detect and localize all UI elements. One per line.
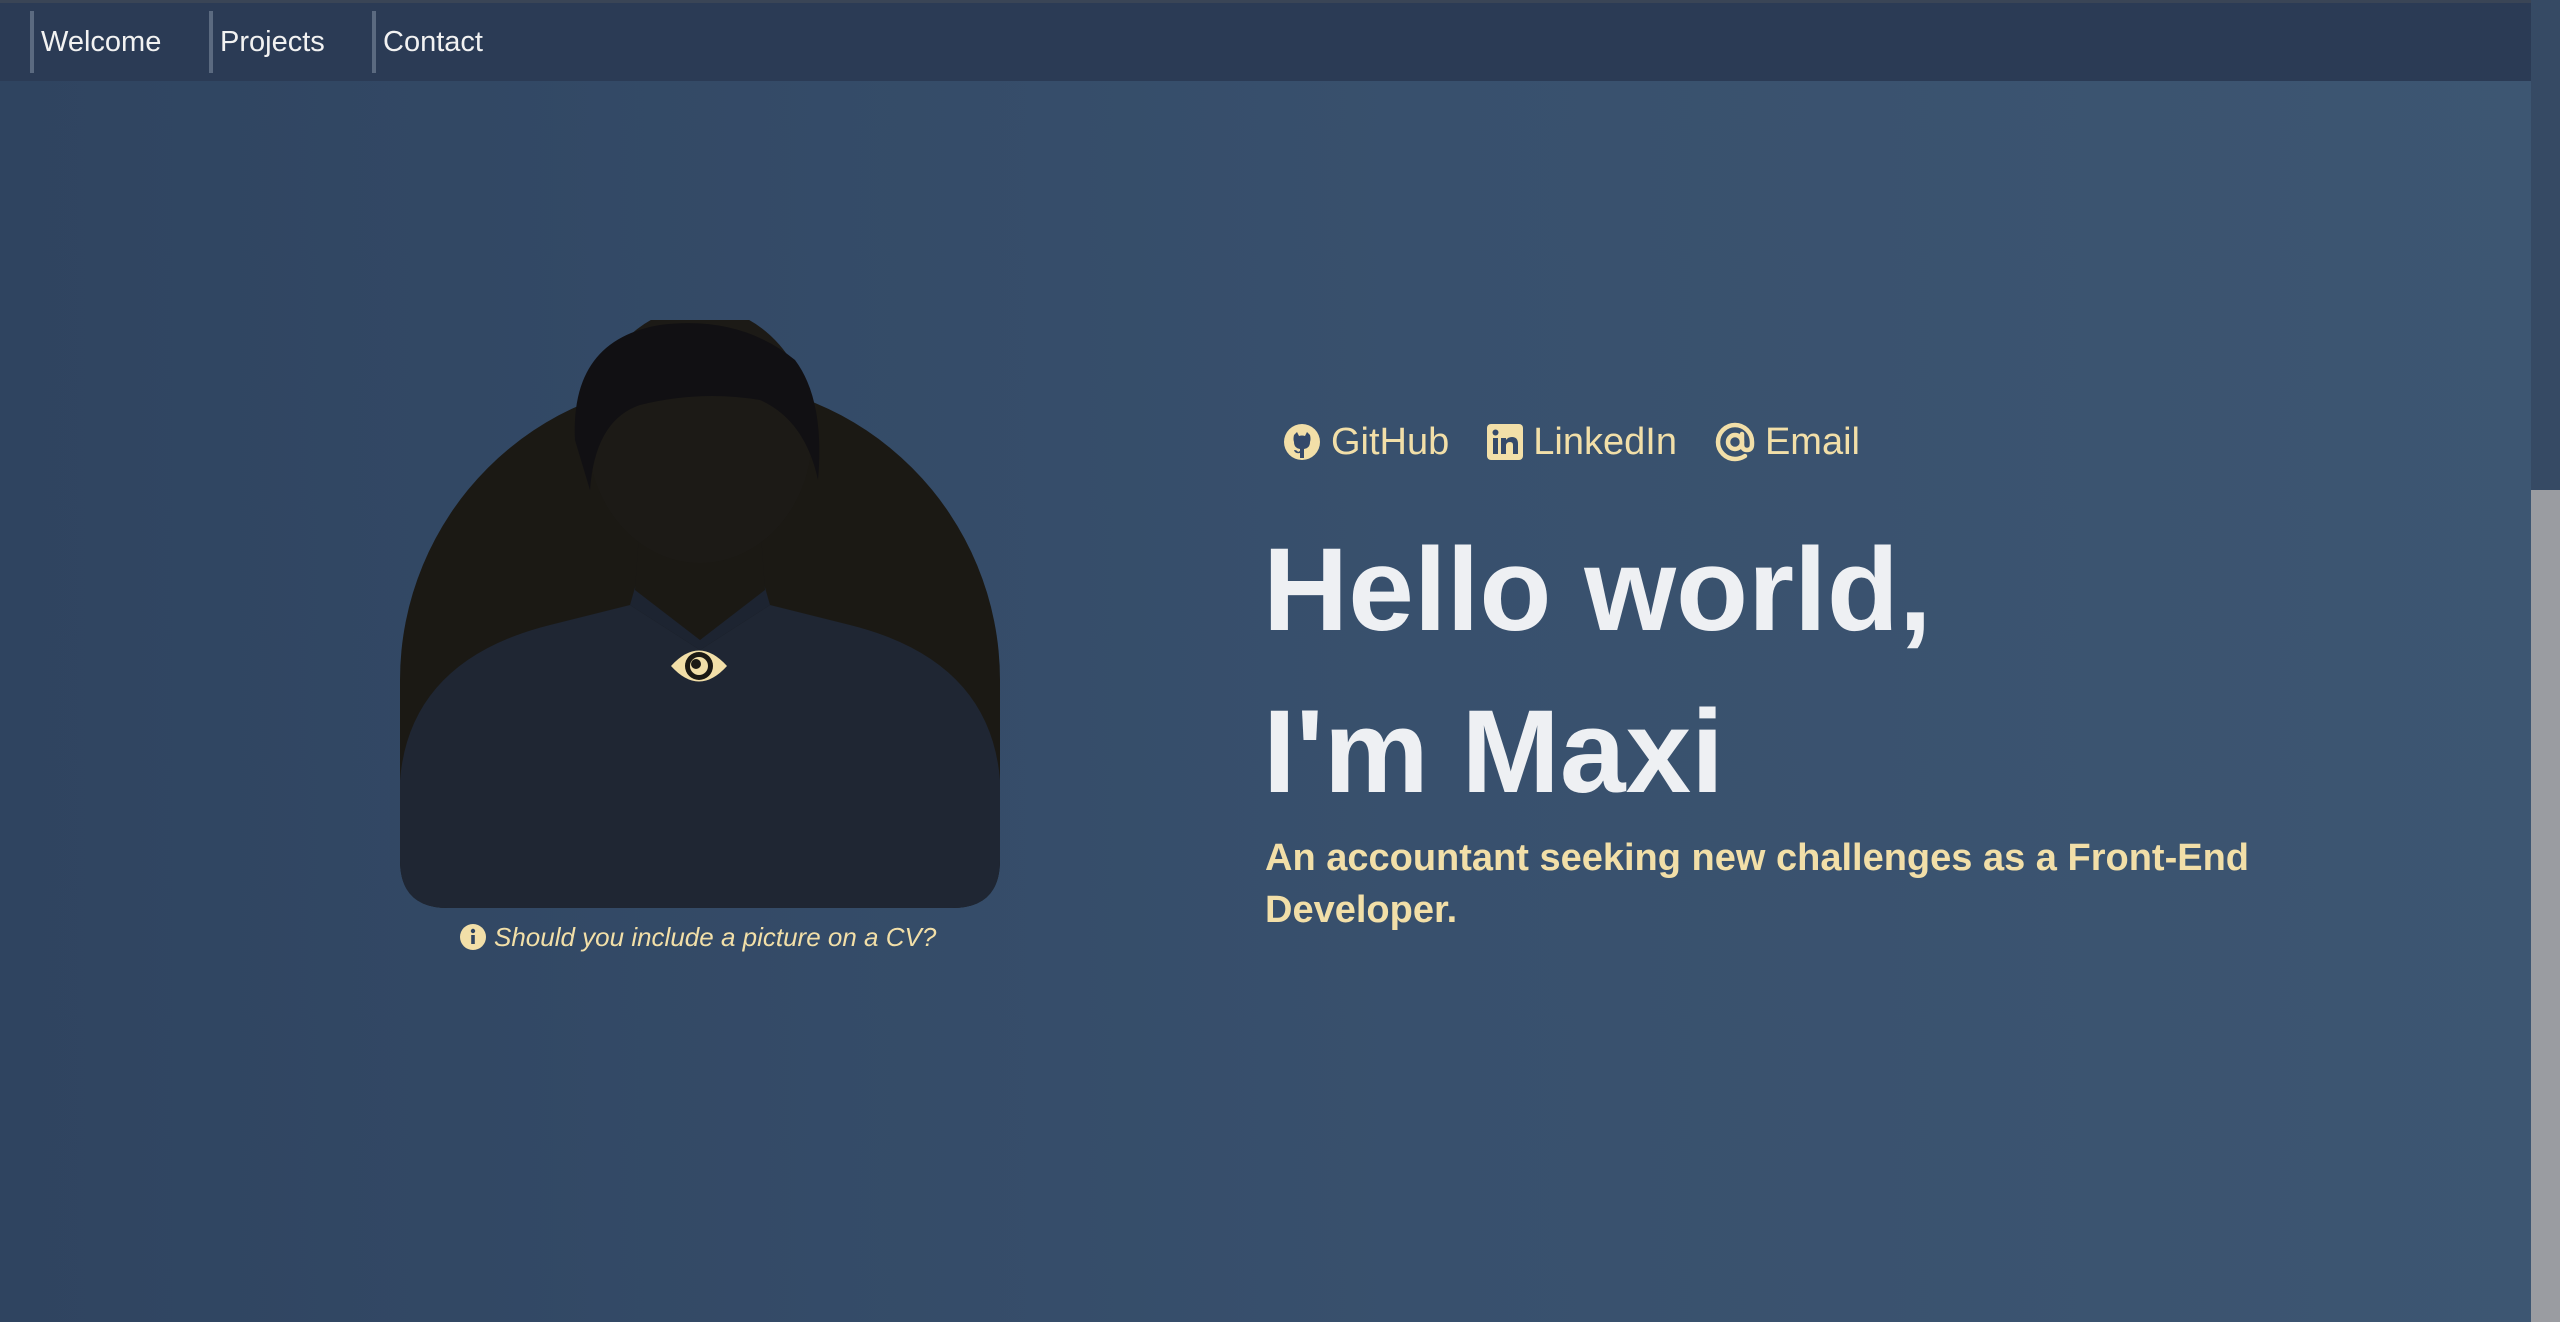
caption-text: Should you include a picture on a CV?: [494, 921, 937, 952]
linkedin-link[interactable]: LinkedIn: [1487, 421, 1677, 464]
nav-item-contact[interactable]: Contact: [372, 11, 512, 73]
github-icon: [1284, 424, 1320, 460]
social-links: GitHub LinkedIn Email: [1283, 415, 1898, 469]
profile-photo[interactable]: [400, 320, 1000, 908]
linkedin-icon: [1487, 424, 1524, 460]
headline-line-1: Hello world,: [1263, 524, 1932, 656]
nav-item-projects[interactable]: Projects: [209, 11, 349, 73]
at-sign-icon: [1715, 422, 1755, 462]
github-label: GitHub: [1331, 420, 1450, 463]
headline-line-2: I'm Maxi: [1263, 686, 1724, 818]
hero-subtitle: An accountant seeking new challenges as …: [1265, 837, 2249, 931]
page: Welcome Projects Contact Should you incl…: [0, 0, 2531, 1322]
email-link[interactable]: Email: [1715, 421, 1860, 464]
github-link[interactable]: GitHub: [1283, 421, 1449, 464]
nav-item-welcome[interactable]: Welcome: [30, 11, 180, 73]
linkedin-label: LinkedIn: [1533, 420, 1677, 463]
info-icon: [460, 924, 486, 950]
top-navigation-bar: Welcome Projects Contact: [0, 0, 2531, 81]
email-label: Email: [1764, 420, 1860, 463]
photo-caption[interactable]: Should you include a picture on a CV?: [460, 920, 936, 954]
scrollbar-thumb[interactable]: [2531, 0, 2560, 490]
eye-icon[interactable]: [669, 641, 729, 691]
